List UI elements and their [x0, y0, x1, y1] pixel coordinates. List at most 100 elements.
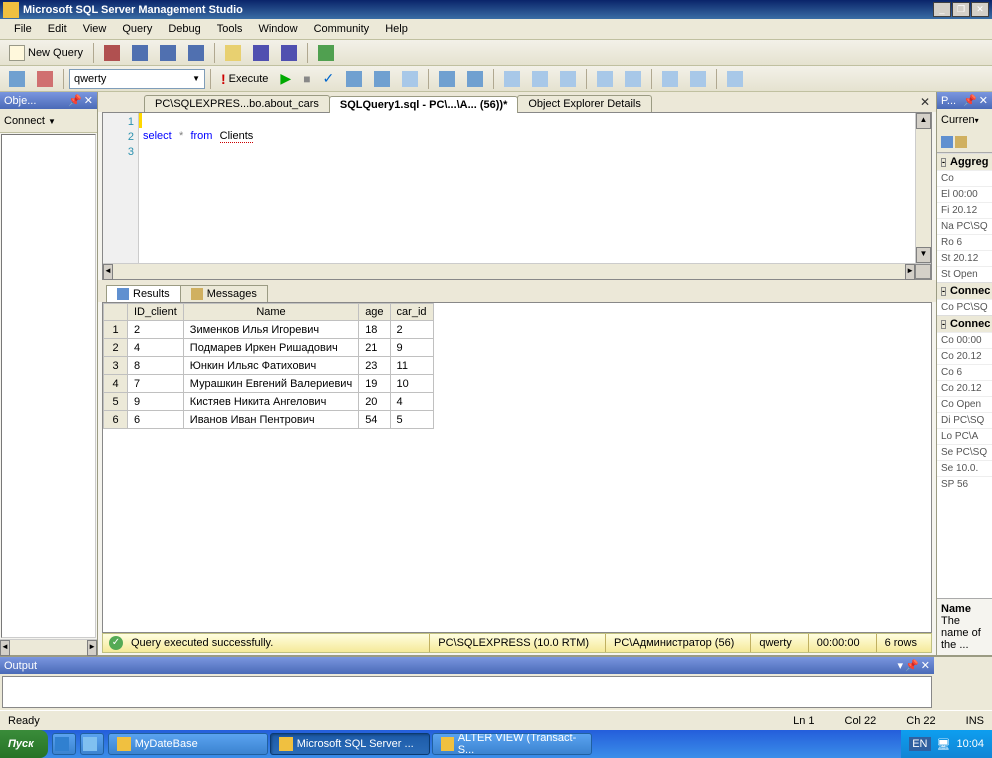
close-panel-icon[interactable]: ✕ — [84, 94, 93, 107]
new-query-button[interactable]: New Query — [4, 42, 88, 64]
table-row[interactable]: 47Мурашкин Евгений Валериевич1910 — [104, 375, 434, 393]
cell[interactable]: 10 — [390, 375, 433, 393]
properties-object-selector[interactable]: Curren▾ — [937, 109, 992, 131]
taskbar-item[interactable]: MyDateBase — [108, 733, 268, 755]
execute-button[interactable]: ! Execute — [216, 68, 273, 90]
property-group[interactable]: -Connec — [937, 282, 992, 299]
column-header[interactable]: ID_client — [128, 304, 184, 321]
property-row[interactable]: Co — [937, 170, 992, 186]
cell[interactable]: 9 — [390, 339, 433, 357]
language-indicator[interactable]: EN — [909, 737, 930, 751]
output-body[interactable] — [2, 676, 932, 708]
intellisense-button[interactable] — [397, 68, 423, 90]
property-row[interactable]: Se PC\SQ — [937, 444, 992, 460]
property-row[interactable]: El 00:00 — [937, 186, 992, 202]
cell[interactable]: 19 — [359, 375, 390, 393]
property-group[interactable]: -Connec — [937, 315, 992, 332]
clock[interactable]: 10:04 — [956, 738, 984, 750]
property-row[interactable]: Co 00:00 — [937, 332, 992, 348]
property-row[interactable]: Co PC\SQ — [937, 299, 992, 315]
cell[interactable]: 8 — [128, 357, 184, 375]
indent-button[interactable] — [657, 68, 683, 90]
connect-button[interactable]: Connect ▼ — [4, 115, 56, 127]
property-row[interactable]: Co 6 — [937, 364, 992, 380]
table-row[interactable]: 66Иванов Иван Пентрович545 — [104, 411, 434, 429]
estimated-plan-button[interactable] — [341, 68, 367, 90]
property-row[interactable]: SP 56 — [937, 476, 992, 492]
cell[interactable]: 4 — [128, 339, 184, 357]
column-header[interactable] — [104, 304, 128, 321]
menu-window[interactable]: Window — [250, 21, 305, 37]
editor-hscroll[interactable]: ◄► — [103, 263, 931, 279]
property-row[interactable]: Na PC\SQ — [937, 218, 992, 234]
property-row[interactable]: Co 20.12 — [937, 348, 992, 364]
cell[interactable]: 23 — [359, 357, 390, 375]
parse-button[interactable]: ✓ — [317, 68, 339, 90]
row-header[interactable]: 4 — [104, 375, 128, 393]
pin-icon[interactable]: 📌 — [68, 94, 82, 107]
property-row[interactable]: Fi 20.12 — [937, 202, 992, 218]
dropdown-icon[interactable]: ▾ — [898, 659, 904, 672]
activity-monitor-button[interactable] — [313, 42, 339, 64]
disconnect-button[interactable] — [32, 68, 58, 90]
menu-file[interactable]: File — [6, 21, 40, 37]
uncomment-button[interactable] — [620, 68, 646, 90]
property-row[interactable]: St 20.12 — [937, 250, 992, 266]
open-button[interactable] — [220, 42, 246, 64]
analysis-dmx-button[interactable] — [155, 42, 181, 64]
document-tab[interactable]: SQLQuery1.sql - PC\...\А... (56))* — [329, 96, 518, 113]
cell[interactable]: Мурашкин Евгений Валериевич — [183, 375, 358, 393]
cell[interactable]: 4 — [390, 393, 433, 411]
messages-tab[interactable]: Messages — [180, 285, 268, 302]
row-header[interactable]: 2 — [104, 339, 128, 357]
results-file-button[interactable] — [555, 68, 581, 90]
property-row[interactable]: Co 20.12 — [937, 380, 992, 396]
row-header[interactable]: 6 — [104, 411, 128, 429]
menu-edit[interactable]: Edit — [40, 21, 75, 37]
cell[interactable]: 5 — [390, 411, 433, 429]
menu-help[interactable]: Help — [377, 21, 416, 37]
property-row[interactable]: Di PC\SQ — [937, 412, 992, 428]
table-row[interactable]: 12Зименков Илья Игоревич182 — [104, 321, 434, 339]
tray-icon[interactable]: 🖥 — [937, 738, 951, 751]
desktop-quicklaunch[interactable] — [80, 733, 104, 755]
code-area[interactable]: select * from Clients — [139, 113, 915, 263]
analysis-xmla-button[interactable] — [183, 42, 209, 64]
comment-button[interactable] — [592, 68, 618, 90]
menu-debug[interactable]: Debug — [160, 21, 208, 37]
results-text-button[interactable] — [499, 68, 525, 90]
analysis-mdx-button[interactable] — [127, 42, 153, 64]
cell[interactable]: 2 — [128, 321, 184, 339]
tab-close-button[interactable]: ✕ — [920, 95, 930, 109]
document-tab[interactable]: PC\SQLEXPRES...bo.about_cars — [144, 95, 330, 112]
property-group[interactable]: -Aggreg — [937, 153, 992, 170]
taskbar-item[interactable]: Microsoft SQL Server ... — [270, 733, 430, 755]
cell[interactable]: Кистяев Никита Ангелович — [183, 393, 358, 411]
editor-vscroll[interactable]: ▲▼ — [915, 113, 931, 263]
cell[interactable]: 6 — [128, 411, 184, 429]
table-row[interactable]: 38Юнкин Ильяс Фатихович2311 — [104, 357, 434, 375]
change-connection-button[interactable] — [4, 68, 30, 90]
cell[interactable]: 2 — [390, 321, 433, 339]
menu-tools[interactable]: Tools — [209, 21, 251, 37]
property-row[interactable]: Se 10.0. — [937, 460, 992, 476]
column-header[interactable]: Name — [183, 304, 358, 321]
restore-button[interactable]: ❐ — [952, 2, 970, 17]
row-header[interactable]: 1 — [104, 321, 128, 339]
table-row[interactable]: 24Подмарев Иркен Ришадович219 — [104, 339, 434, 357]
cell[interactable]: 9 — [128, 393, 184, 411]
menu-view[interactable]: View — [75, 21, 115, 37]
include-plan-button[interactable] — [434, 68, 460, 90]
start-button[interactable]: Пуск — [0, 730, 48, 758]
horizontal-scrollbar[interactable]: ◄► — [0, 639, 97, 655]
menu-query[interactable]: Query — [114, 21, 160, 37]
close-panel-icon[interactable]: ✕ — [921, 659, 930, 672]
include-stats-button[interactable] — [462, 68, 488, 90]
taskbar-item[interactable]: ALTER VIEW (Transact-S... — [432, 733, 592, 755]
document-tab[interactable]: Object Explorer Details — [517, 95, 652, 112]
cell[interactable]: 21 — [359, 339, 390, 357]
minimize-button[interactable]: _ — [933, 2, 951, 17]
specify-values-button[interactable] — [722, 68, 748, 90]
pin-icon[interactable]: 📌 — [963, 94, 977, 107]
results-grid-button[interactable] — [527, 68, 553, 90]
